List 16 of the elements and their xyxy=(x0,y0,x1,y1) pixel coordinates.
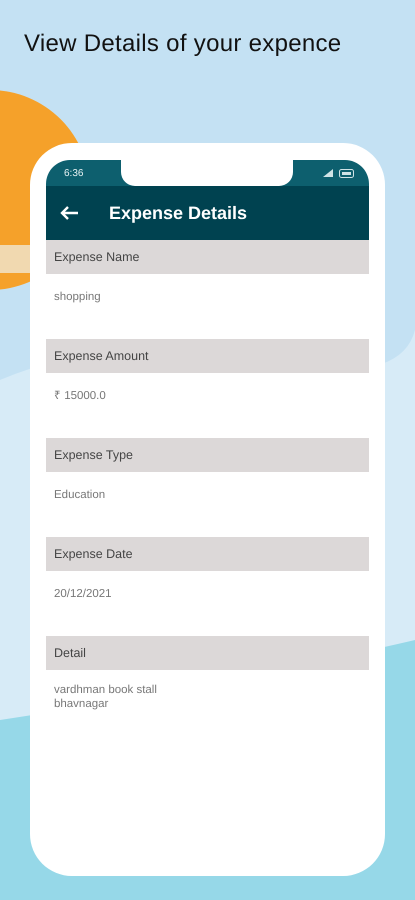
status-time: 6:36 xyxy=(64,168,84,178)
field-label: Detail xyxy=(46,636,369,670)
field-value: Education xyxy=(54,488,106,502)
field-label: Expense Name xyxy=(46,240,369,274)
field-label: Expense Amount xyxy=(46,339,369,373)
headline: View Details of your expence xyxy=(23,29,342,59)
field-value: 20/12/2021 xyxy=(54,587,112,601)
battery-icon xyxy=(339,168,355,178)
field-value: vardhman book stall bhavnagar xyxy=(54,683,157,711)
field-label: Expense Type xyxy=(46,438,369,472)
screen-title: Expense Details xyxy=(109,202,248,224)
back-arrow-icon[interactable] xyxy=(59,205,79,221)
signal-icon xyxy=(323,169,333,177)
field-value: shopping xyxy=(54,290,101,304)
field-label: Expense Date xyxy=(46,537,369,571)
field-value: ₹ 15000.0 xyxy=(54,389,106,403)
